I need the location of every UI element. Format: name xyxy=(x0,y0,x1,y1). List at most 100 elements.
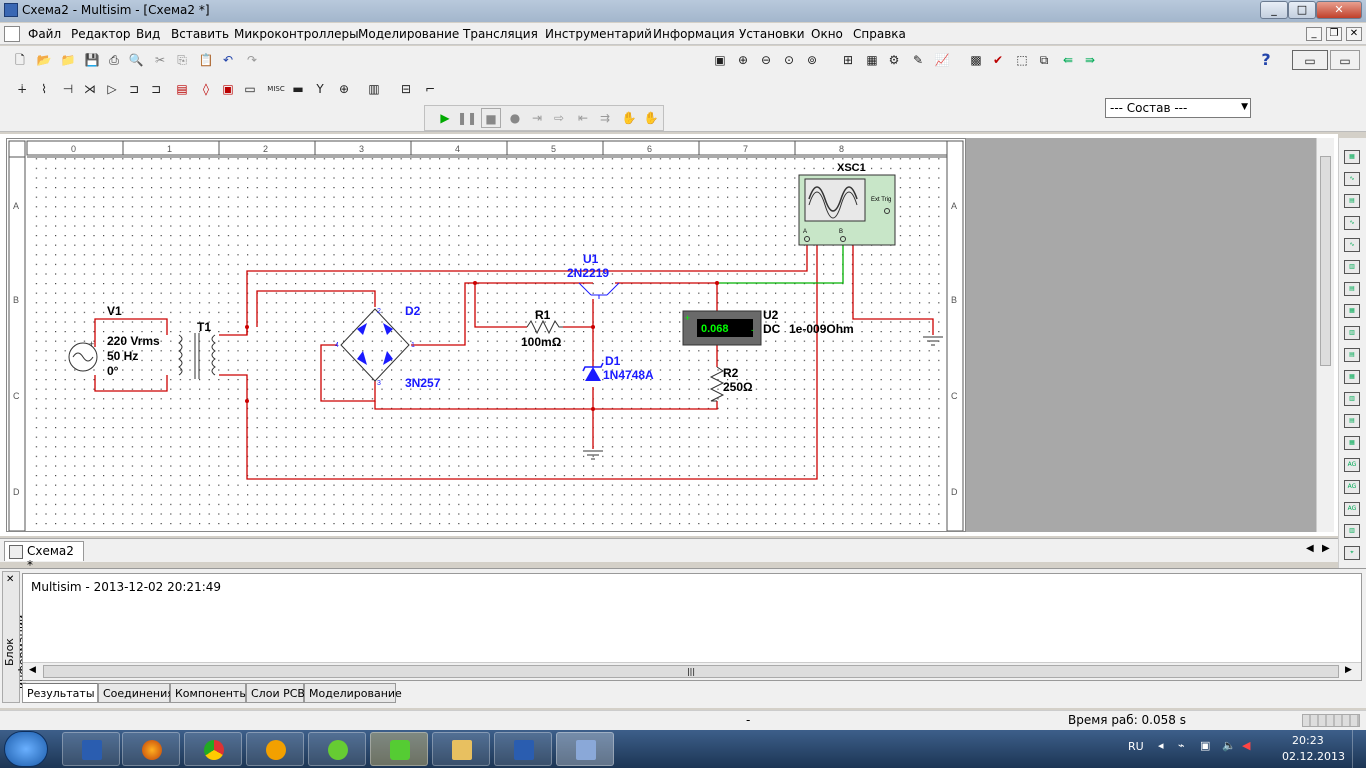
grapher-icon[interactable]: 📈 xyxy=(932,50,952,70)
step-into-icon[interactable]: ⇥ xyxy=(527,108,547,128)
function-generator-icon[interactable]: ∿ xyxy=(1344,172,1360,186)
menu-file[interactable]: Файл xyxy=(28,27,61,41)
usb-icon[interactable]: ⌁ xyxy=(1178,739,1185,752)
taskbar-multisim[interactable] xyxy=(556,732,614,766)
network-analyzer-icon[interactable]: ▦ xyxy=(1344,436,1360,450)
taskbar-utorrent[interactable] xyxy=(308,732,366,766)
select-icon[interactable]: ⬚ xyxy=(1012,50,1032,70)
stop-icon[interactable]: ■ xyxy=(481,108,501,128)
volume-icon[interactable]: 🔈 xyxy=(1222,739,1236,752)
scroll-left-icon[interactable]: ◀ xyxy=(29,665,36,675)
transistor-component-icon[interactable]: ⋊ xyxy=(80,79,100,99)
open-folder-icon[interactable]: 📂 xyxy=(34,50,54,70)
step-out-icon[interactable]: ⇤ xyxy=(573,108,593,128)
mdi-restore-icon[interactable]: ❐ xyxy=(1326,27,1342,41)
new-file-icon[interactable]: 🗋 xyxy=(10,50,30,70)
menu-mcu[interactable]: Микроконтроллеры xyxy=(234,27,359,41)
paste-icon[interactable]: 📋 xyxy=(196,50,216,70)
logic-converter-icon[interactable]: ▤ xyxy=(1344,348,1360,362)
step-over-icon[interactable]: ⇨ xyxy=(549,108,569,128)
print-preview-icon[interactable]: 🔍 xyxy=(126,50,146,70)
spectrum-analyzer-icon[interactable]: ▤ xyxy=(1344,414,1360,428)
tab-scroll-left-icon[interactable]: ◀ xyxy=(1306,543,1314,554)
copy-icon[interactable]: ⎘ xyxy=(172,50,192,70)
breakpoint-icon[interactable]: ✋ xyxy=(619,108,639,128)
power-component-icon[interactable]: ▭ xyxy=(240,79,260,99)
tab-schema2[interactable]: Схема2 * xyxy=(4,541,84,572)
zoom-in-icon[interactable]: ⊕ xyxy=(733,50,753,70)
electromechanical-icon[interactable]: ⊕ xyxy=(334,79,354,99)
taskbar-save-app[interactable] xyxy=(62,732,120,766)
taskbar-word[interactable] xyxy=(494,732,552,766)
schematic-svg[interactable]: 0 1 2 3 4 5 6 7 8 A B C D A B C D + V1 2… xyxy=(7,139,965,532)
agilent-multimeter-icon[interactable]: AG xyxy=(1344,480,1360,494)
database-manager-icon[interactable]: ⚙ xyxy=(884,50,904,70)
language-indicator[interactable]: RU xyxy=(1128,740,1144,753)
menu-tools[interactable]: Инструментарий xyxy=(545,27,652,41)
menu-reports[interactable]: Информация xyxy=(653,27,735,41)
iv-analyzer-icon[interactable]: ▦ xyxy=(1344,370,1360,384)
backannotate-icon[interactable]: ✔ xyxy=(988,50,1008,70)
flag-icon[interactable]: ◀ xyxy=(1242,739,1250,752)
spreadsheet-icon[interactable]: ▦ xyxy=(862,50,882,70)
misc-digital-icon[interactable]: ▤ xyxy=(172,79,192,99)
schematic-canvas[interactable]: 0 1 2 3 4 5 6 7 8 A B C D A B C D + V1 2… xyxy=(6,138,966,532)
run-icon[interactable]: ▶ xyxy=(435,108,455,128)
pause-icon[interactable]: ❚❚ xyxy=(457,108,477,128)
unused-icon[interactable]: ⧉ xyxy=(1034,50,1054,70)
tab-nets[interactable]: Соединения xyxy=(98,683,174,703)
network-icon[interactable]: ▣ xyxy=(1200,739,1210,752)
minimize-button[interactable]: _ xyxy=(1260,1,1288,19)
mixed-component-icon[interactable]: ◊ xyxy=(196,79,216,99)
mdi-close-icon[interactable]: ✕ xyxy=(1346,27,1362,41)
diode-component-icon[interactable]: ⊣ xyxy=(58,79,78,99)
print-icon[interactable]: ⎙ xyxy=(104,50,124,70)
pin-probe-icon[interactable]: ● xyxy=(505,108,525,128)
menu-edit[interactable]: Редактор xyxy=(71,27,130,41)
tab-simulation[interactable]: Моделирование xyxy=(304,683,402,703)
taskbar-chrome[interactable] xyxy=(184,732,242,766)
ttl-component-icon[interactable]: ⊐ xyxy=(124,79,144,99)
scroll-thumb[interactable] xyxy=(1320,156,1331,366)
advanced-peripherals-icon[interactable]: ▬ xyxy=(288,79,308,99)
cut-icon[interactable]: ✂ xyxy=(150,50,170,70)
rf-component-icon[interactable]: Y xyxy=(310,79,330,99)
start-button[interactable] xyxy=(4,731,48,767)
tab-scroll-right-icon[interactable]: ▶ xyxy=(1322,543,1330,554)
horizontal-scrollbar[interactable]: ◀ ||| ▶ xyxy=(23,662,1361,680)
scroll-right-icon[interactable]: ▶ xyxy=(1345,665,1352,675)
save-icon[interactable]: 💾 xyxy=(82,50,102,70)
panel-close-icon[interactable]: ✕ xyxy=(6,574,14,585)
back-annotate-icon[interactable]: ⇛ xyxy=(1080,50,1100,70)
scroll-thumb-horizontal[interactable]: ||| xyxy=(43,665,1339,678)
zoom-fit-icon[interactable]: ⊚ xyxy=(802,50,822,70)
word-generator-icon[interactable]: ▦ xyxy=(1344,304,1360,318)
menu-simulate[interactable]: Моделирование xyxy=(358,27,459,41)
run-to-cursor-icon[interactable]: ⇉ xyxy=(595,108,615,128)
redo-icon[interactable]: ↷ xyxy=(242,50,262,70)
design-toolbox-icon[interactable]: ⊞ xyxy=(838,50,858,70)
show-desktop-button[interactable] xyxy=(1352,730,1366,768)
tab-components[interactable]: Компоненты xyxy=(170,683,248,703)
cmos-component-icon[interactable]: ⊐ xyxy=(146,79,166,99)
undo-icon[interactable]: ↶ xyxy=(218,50,238,70)
component-wizard-icon[interactable]: ✎ xyxy=(908,50,928,70)
oscilloscope-icon[interactable]: ∿ xyxy=(1344,216,1360,230)
ni-logo-icon[interactable]: ▭ xyxy=(1292,50,1328,70)
hierarchical-block-icon[interactable]: ⊟ xyxy=(396,79,416,99)
measurement-probe-icon[interactable]: ⌖ xyxy=(1344,546,1360,560)
menu-view[interactable]: Вид xyxy=(136,27,160,41)
agilent-generator-icon[interactable]: AG xyxy=(1344,458,1360,472)
toolbar-options-icon[interactable]: ▭ xyxy=(1330,50,1360,70)
zoom-out-icon[interactable]: ⊖ xyxy=(756,50,776,70)
multimeter-icon[interactable]: ▦ xyxy=(1344,150,1360,164)
in-use-list-combo[interactable]: --- Состав --- ▼ xyxy=(1105,98,1251,118)
clock-date[interactable]: 02.12.2013 xyxy=(1282,750,1345,763)
wattmeter-icon[interactable]: ▤ xyxy=(1344,194,1360,208)
agilent-oscilloscope-icon[interactable]: AG xyxy=(1344,502,1360,516)
menu-help[interactable]: Справка xyxy=(853,27,906,41)
zoom-area-icon[interactable]: ⊙ xyxy=(779,50,799,70)
tray-expand-icon[interactable]: ◂ xyxy=(1158,739,1164,752)
four-channel-oscilloscope-icon[interactable]: ∿ xyxy=(1344,238,1360,252)
open-sample-icon[interactable]: 📁 xyxy=(58,50,78,70)
